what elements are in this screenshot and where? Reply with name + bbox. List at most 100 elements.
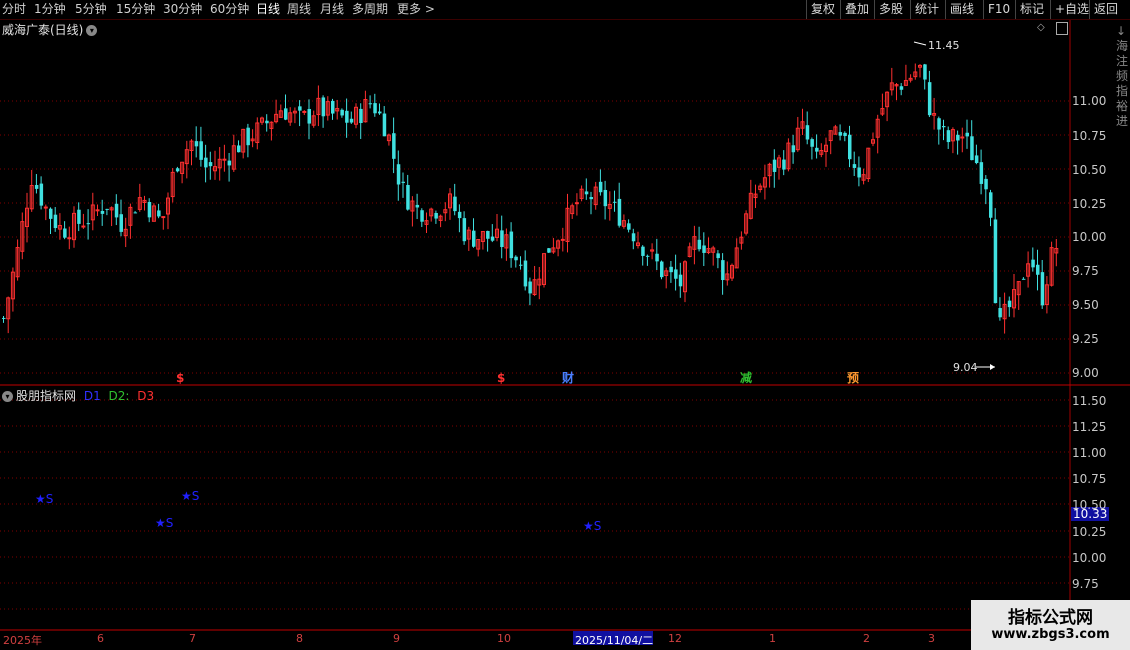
watermark-url: www.zbgs3.com [991, 627, 1110, 642]
indicator-name: 股朋指标网 [16, 389, 77, 403]
price-tick: 9.00 [1072, 366, 1099, 380]
indicator-line-d2: D2: [108, 389, 130, 403]
sell-signal: ★S [181, 489, 199, 503]
candle-body [119, 214, 123, 232]
indicator-tick: 10.75 [1072, 472, 1107, 486]
chevron-down-icon[interactable]: ▾ [2, 391, 13, 402]
candle-body [392, 133, 396, 159]
candle-body [805, 125, 810, 140]
candle-body [514, 256, 518, 261]
price-tick: 9.50 [1072, 298, 1099, 312]
candle-body [584, 191, 589, 195]
candle-body [77, 209, 81, 224]
current-value-label: 10.33 [1073, 507, 1108, 521]
candle-body [100, 210, 105, 214]
candle-body [49, 208, 53, 219]
candle-body [721, 260, 725, 281]
candle-body [105, 208, 109, 210]
candle-body [993, 219, 998, 304]
candle-body [382, 113, 387, 137]
candle-body [265, 120, 269, 124]
candle-body [161, 216, 166, 219]
candle-body [81, 225, 86, 228]
candle-body [946, 130, 951, 143]
candle-body [838, 132, 843, 136]
watermark-title: 指标公式网 [1008, 608, 1093, 628]
candle-body [574, 202, 579, 205]
price-tick: 10.00 [1072, 230, 1107, 244]
date-tick: 2025年 [3, 634, 42, 647]
candle-body [67, 237, 72, 240]
candle-body [1031, 259, 1035, 268]
candle-body [373, 103, 377, 114]
candle-body [345, 110, 349, 123]
candle-body [457, 211, 462, 219]
candle-body [998, 308, 1002, 318]
side-panel-strip[interactable]: ↓ 海 注 频 指 裕 进 [1116, 24, 1130, 129]
candle-body [194, 141, 199, 147]
candle-body [641, 246, 645, 256]
candle-body [782, 159, 786, 170]
candle-body [246, 127, 250, 146]
candle-body [147, 201, 152, 218]
event-mark: $ [176, 371, 184, 385]
candle-body [697, 239, 702, 250]
candle-body [307, 109, 311, 124]
candle-body [589, 197, 593, 200]
candle-body [547, 248, 551, 253]
candle-body [1036, 264, 1040, 275]
price-tick: 11.00 [1072, 94, 1107, 108]
date-tick: 10 [497, 632, 511, 645]
indicator-tick: 11.00 [1072, 446, 1107, 460]
candle-body [617, 198, 622, 226]
candle-body [434, 212, 438, 219]
date-tick: 6 [97, 632, 104, 645]
candle-body [486, 230, 490, 239]
indicator-tick: 11.25 [1072, 420, 1107, 434]
candle-body [970, 136, 974, 161]
candle-body [420, 210, 424, 222]
indicator-tick: 9.75 [1072, 577, 1099, 591]
candle-body [114, 203, 119, 218]
cursor-date-label: 2025/11/04/二 [575, 634, 654, 647]
candle-body [500, 230, 504, 248]
indicator-line-d1: D1 [83, 389, 101, 403]
price-tick: 10.50 [1072, 163, 1107, 177]
candle-body [927, 82, 932, 116]
price-tick: 9.25 [1072, 332, 1099, 346]
candle-body [613, 201, 617, 203]
candle-body [1040, 272, 1045, 306]
candle-body [39, 183, 44, 206]
candle-body [396, 164, 401, 185]
candle-body [598, 181, 603, 193]
candle-body [349, 118, 354, 123]
candle-body [791, 145, 796, 153]
diamond-icon[interactable]: ◇ [1037, 22, 1045, 33]
candle-body [472, 230, 476, 247]
indicator-line-d3: D3 [137, 389, 155, 403]
candle-body [660, 261, 664, 278]
candle-body [956, 134, 960, 141]
candle-body [857, 167, 861, 178]
candle-body [401, 181, 405, 183]
sell-signal: ★S [35, 492, 53, 506]
candle-body [528, 281, 532, 294]
candle-body [974, 155, 979, 164]
date-tick: 2 [863, 632, 870, 645]
kline-chart[interactable]: $ $ 财 减 预 ★S ★S ★S ★S 11.45 9.04 [0, 0, 1130, 650]
candle-body [2, 317, 6, 319]
date-tick: 3 [928, 632, 935, 645]
event-mark: 预 [847, 371, 859, 385]
candle-body [490, 236, 495, 241]
chevron-down-icon[interactable]: ▾ [86, 25, 98, 36]
candle-body [843, 132, 847, 137]
candle-body [302, 110, 307, 113]
candle-body [368, 103, 373, 105]
candle-body [43, 206, 48, 209]
date-tick: 12 [668, 632, 682, 645]
candle-body [237, 145, 241, 153]
panel-toggle-icon[interactable] [1056, 22, 1068, 35]
candle-body [284, 108, 288, 120]
price-tick: 10.25 [1072, 197, 1107, 211]
candle-body [86, 223, 91, 225]
